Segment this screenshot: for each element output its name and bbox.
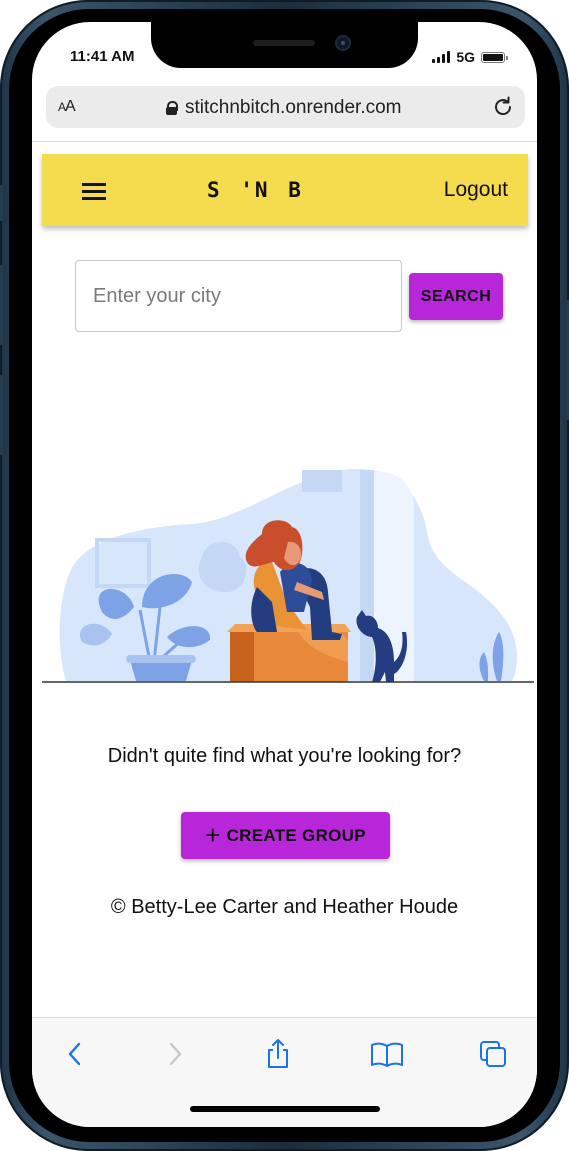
status-indicators: 5G (432, 49, 508, 65)
plus-icon: + (205, 819, 221, 850)
battery-icon (481, 51, 508, 63)
back-icon[interactable] (55, 1036, 95, 1072)
url-text: stitchnbitch.onrender.com (185, 97, 402, 118)
mute-switch (0, 185, 3, 221)
lock-icon (166, 101, 178, 115)
sad-woman-with-cat-illustration (42, 468, 534, 683)
volume-up-button (0, 265, 3, 345)
forward-icon[interactable] (155, 1036, 195, 1072)
network-label: 5G (456, 49, 475, 65)
camera (335, 35, 351, 51)
footer-credit: © Betty-Lee Carter and Heather Houde (32, 896, 537, 919)
brand-logo[interactable]: S 'N B (207, 178, 303, 202)
url-display[interactable]: stitchnbitch.onrender.com (166, 97, 402, 119)
search-button[interactable]: SEARCH (409, 273, 503, 320)
logout-button[interactable]: Logout (444, 178, 508, 202)
volume-down-button (0, 375, 3, 455)
create-group-button[interactable]: + CREATE GROUP (181, 812, 390, 859)
signal-icon (432, 51, 451, 63)
home-indicator[interactable] (190, 1106, 380, 1112)
empty-state-message: Didn't quite find what you're looking fo… (107, 745, 462, 767)
screen: 11:41 AM 5G AA stitchnbitch.onrender.com (32, 22, 537, 1127)
phone-frame: 11:41 AM 5G AA stitchnbitch.onrender.com (0, 0, 569, 1151)
speaker (253, 40, 315, 46)
browser-toolbar (32, 1017, 537, 1127)
credit-text: Betty-Lee Carter and Heather Houde (131, 896, 459, 918)
browser-divider (32, 141, 537, 142)
city-search-input[interactable] (75, 260, 402, 332)
reload-icon[interactable] (491, 95, 515, 124)
address-bar[interactable]: AA stitchnbitch.onrender.com (46, 86, 525, 128)
menu-icon[interactable] (82, 183, 106, 200)
share-icon[interactable] (258, 1036, 298, 1072)
text-size-button[interactable]: AA (58, 98, 76, 116)
copyright-icon: © (110, 896, 126, 918)
notch (151, 22, 418, 68)
create-group-label: CREATE GROUP (226, 825, 366, 845)
status-time: 11:41 AM (70, 48, 135, 65)
tabs-icon[interactable] (473, 1036, 513, 1072)
navbar: S 'N B Logout (42, 154, 528, 226)
bookmarks-icon[interactable] (367, 1036, 407, 1072)
